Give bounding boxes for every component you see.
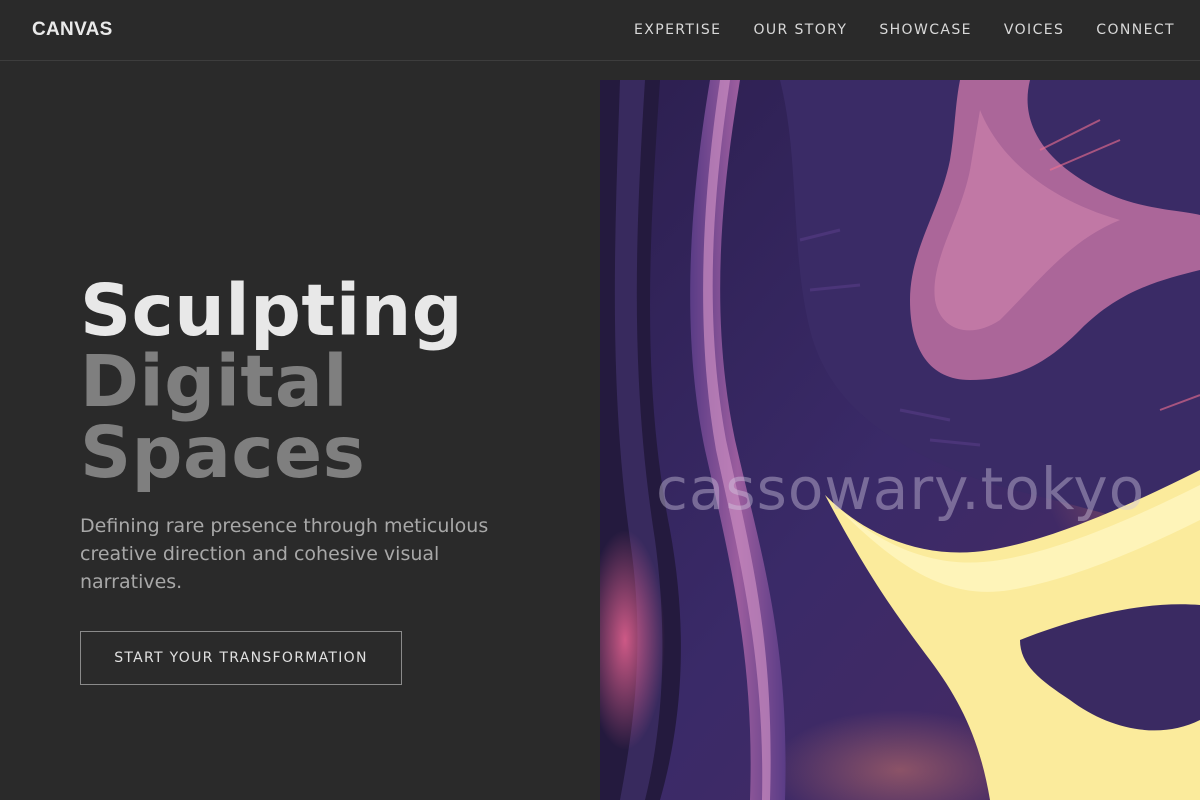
nav-link-our-story[interactable]: OUR STORY xyxy=(753,22,847,38)
hero-text-block: Sculpting Digital Spaces Defining rare p… xyxy=(80,275,550,596)
nav-link-showcase[interactable]: SHOWCASE xyxy=(879,22,972,38)
hero-artwork-image xyxy=(600,80,1200,800)
nav-link-expertise[interactable]: EXPERTISE xyxy=(634,22,721,38)
headline-line-2: Digital xyxy=(80,340,349,423)
start-transformation-button[interactable]: START YOUR TRANSFORMATION xyxy=(80,631,402,685)
hero-subtitle: Defining rare presence through meticulou… xyxy=(80,515,489,593)
abstract-swirl-artwork xyxy=(600,80,1200,800)
headline-line-3: Spaces xyxy=(80,411,366,494)
top-navigation-bar: CANVAS EXPERTISE OUR STORY SHOWCASE VOIC… xyxy=(0,0,1200,61)
nav-link-voices[interactable]: VOICES xyxy=(1004,22,1064,38)
brand-logo[interactable]: CANVAS xyxy=(32,19,113,41)
main-nav: EXPERTISE OUR STORY SHOWCASE VOICES CONN… xyxy=(602,22,1175,38)
nav-link-connect[interactable]: CONNECT xyxy=(1096,22,1175,38)
hero-headline: Sculpting Digital Spaces xyxy=(80,275,550,488)
headline-line-1: Sculpting xyxy=(80,269,464,352)
